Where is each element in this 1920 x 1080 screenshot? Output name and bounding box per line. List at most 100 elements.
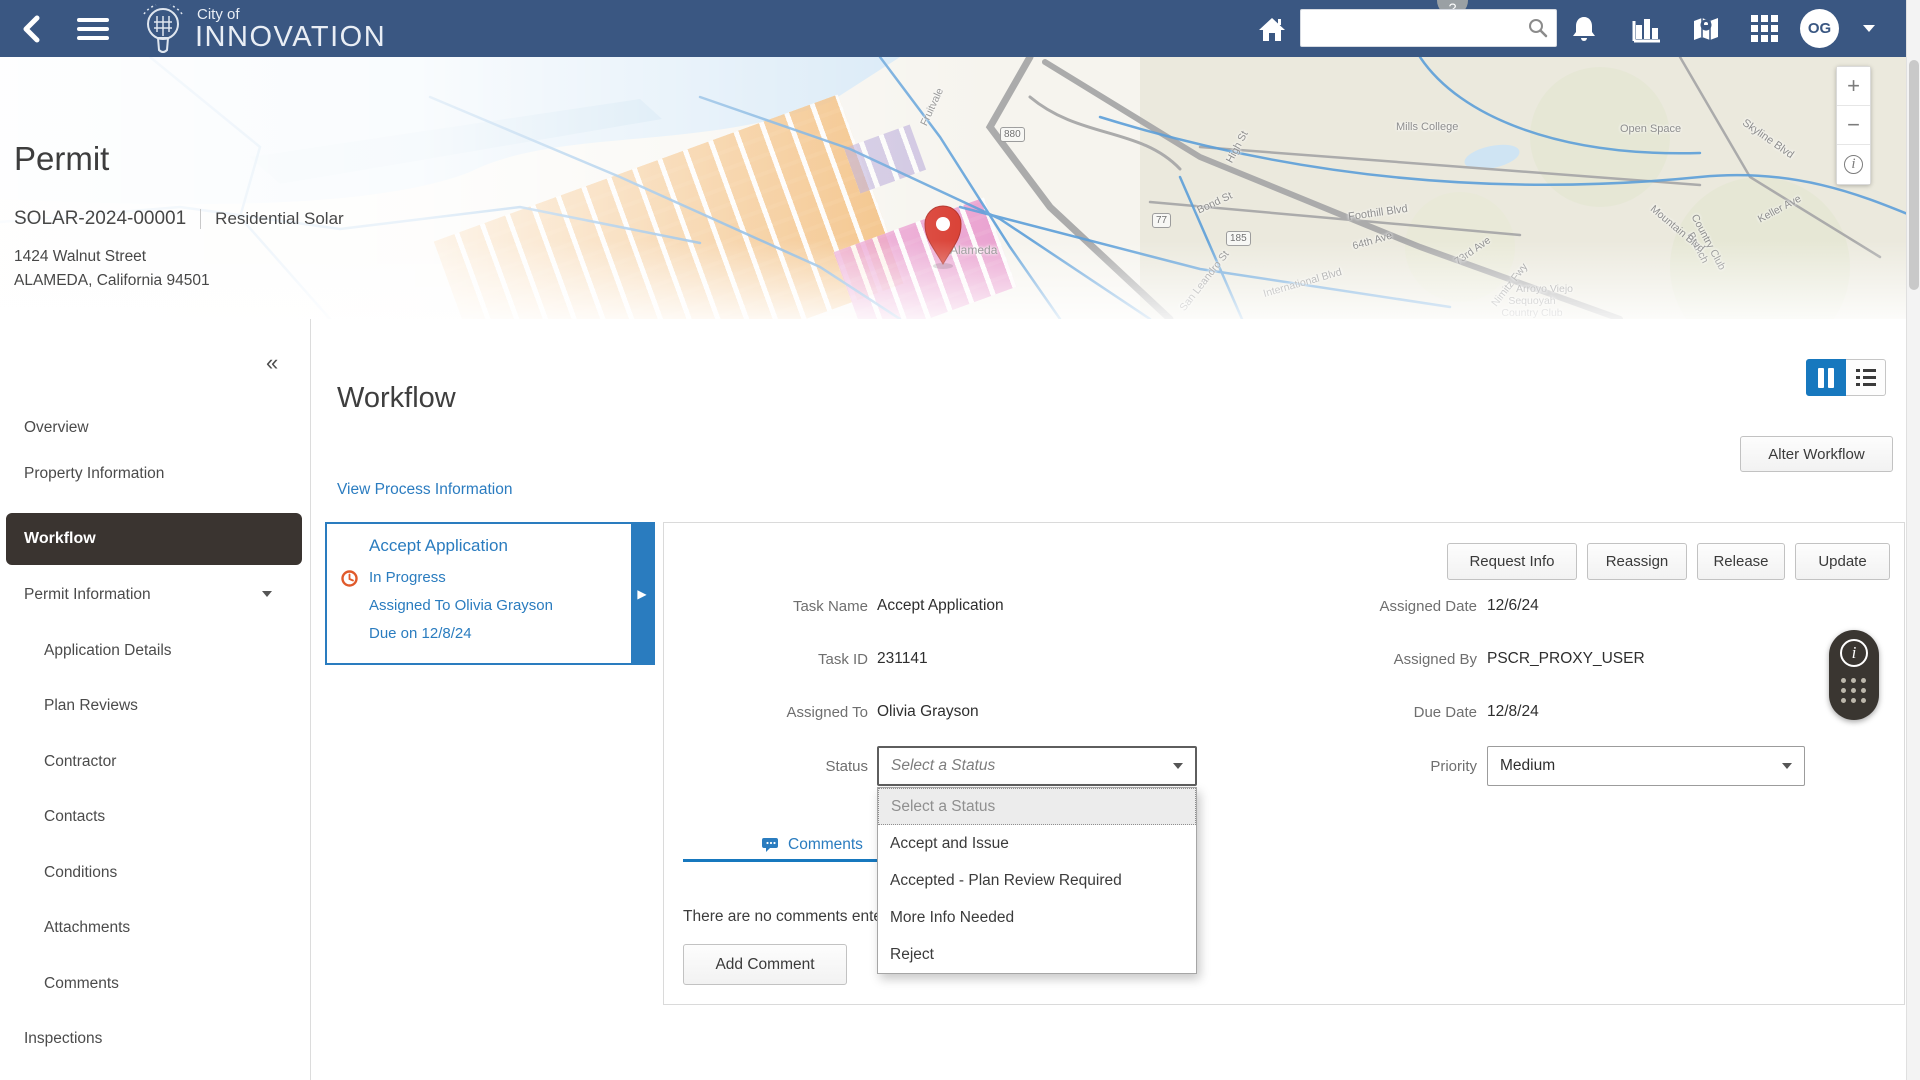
map-icon[interactable] bbox=[1684, 0, 1728, 57]
sidebar-item-attachments[interactable]: Attachments bbox=[44, 915, 130, 941]
sidebar-item-workflow[interactable]: Workflow bbox=[6, 513, 302, 565]
task-id-value: 231141 bbox=[877, 650, 928, 668]
card-view-button[interactable] bbox=[1806, 359, 1846, 396]
request-info-button[interactable]: Request Info bbox=[1447, 543, 1577, 580]
chevron-down-icon[interactable] bbox=[262, 591, 272, 597]
status-option-reject[interactable]: Reject bbox=[878, 936, 1196, 973]
sidebar-item-overview[interactable]: Overview bbox=[24, 415, 89, 441]
sidebar-item-comments[interactable]: Comments bbox=[44, 971, 119, 997]
status-option-accept-and-issue[interactable]: Accept and Issue bbox=[878, 825, 1196, 862]
home-icon[interactable] bbox=[1250, 0, 1294, 57]
keypad-dots-icon[interactable] bbox=[1841, 678, 1868, 703]
info-icon[interactable]: i bbox=[1840, 639, 1868, 667]
sidebar-collapse-icon[interactable]: « bbox=[266, 350, 278, 376]
permit-address-city: ALAMEDA, California 94501 bbox=[14, 272, 210, 290]
comments-bubble-icon bbox=[762, 837, 781, 854]
brand-innovation: INNOVATION bbox=[195, 21, 386, 54]
lightbulb-logo-icon bbox=[136, 2, 190, 56]
avatar-initials: OG bbox=[1808, 20, 1831, 37]
assigned-date-value: 12/6/24 bbox=[1487, 597, 1539, 615]
chevron-down-icon bbox=[1173, 763, 1183, 769]
due-date-label: Due Date bbox=[1277, 704, 1477, 721]
view-toggle bbox=[1806, 359, 1886, 396]
search-input[interactable] bbox=[1301, 10, 1528, 46]
apps-grid-icon[interactable] bbox=[1742, 0, 1786, 57]
permit-number: SOLAR-2024-00001 bbox=[14, 208, 186, 230]
add-comment-button[interactable]: Add Comment bbox=[683, 944, 847, 985]
page-scrollbar[interactable] bbox=[1906, 0, 1920, 1080]
view-process-information-link[interactable]: View Process Information bbox=[337, 481, 512, 499]
map-info-icon: i bbox=[1844, 155, 1863, 174]
search-icon[interactable] bbox=[1528, 18, 1548, 38]
reassign-button[interactable]: Reassign bbox=[1587, 543, 1687, 580]
map-fade-bottom-overlay bbox=[0, 57, 1920, 319]
status-option-more-info-needed[interactable]: More Info Needed bbox=[878, 899, 1196, 936]
notifications-bell-icon[interactable] bbox=[1562, 0, 1606, 57]
sidebar-divider bbox=[310, 319, 311, 1080]
floating-widget[interactable]: i bbox=[1829, 630, 1879, 720]
task-card-title: Accept Application bbox=[369, 536, 508, 556]
status-dropdown: Select a Status Accept and Issue Accepte… bbox=[877, 787, 1197, 974]
scrollbar-thumb[interactable] bbox=[1909, 60, 1919, 290]
alter-workflow-button[interactable]: Alter Workflow bbox=[1740, 436, 1893, 472]
sidebar-item-label: Permit Information bbox=[24, 586, 151, 604]
map-banner[interactable]: Mills CollegeOpen SpaceSkyline Blvd88077… bbox=[0, 57, 1920, 319]
priority-label: Priority bbox=[1277, 758, 1477, 775]
tab-comments[interactable]: Comments bbox=[762, 836, 863, 854]
status-select-value: Select a Status bbox=[891, 757, 995, 775]
assigned-date-label: Assigned Date bbox=[1277, 598, 1477, 615]
top-navbar: City of INNOVATION ? OG bbox=[0, 0, 1920, 57]
priority-select[interactable]: Medium bbox=[1487, 746, 1805, 786]
tab-comments-label: Comments bbox=[788, 836, 863, 854]
no-comments-text: There are no comments entered. bbox=[683, 908, 909, 926]
update-button[interactable]: Update bbox=[1795, 543, 1890, 580]
permit-address-street: 1424 Walnut Street bbox=[14, 248, 146, 266]
status-label: Status bbox=[668, 758, 868, 775]
avatar[interactable]: OG bbox=[1800, 9, 1839, 48]
sidebar-item-conditions[interactable]: Conditions bbox=[44, 860, 117, 886]
clock-icon bbox=[341, 570, 358, 587]
hamburger-menu-icon[interactable] bbox=[70, 0, 116, 57]
search-box bbox=[1300, 9, 1557, 47]
task-card-expand-stripe[interactable]: ▶ bbox=[631, 524, 653, 663]
assigned-by-value: PSCR_PROXY_USER bbox=[1487, 650, 1645, 668]
section-title: Workflow bbox=[337, 382, 456, 415]
sidebar-item-inspections[interactable]: Inspections bbox=[24, 1026, 102, 1052]
sidebar-item-contacts[interactable]: Contacts bbox=[44, 804, 105, 830]
sidebar-item-permit-information[interactable]: Permit Information bbox=[24, 582, 151, 608]
sidebar-item-property-information[interactable]: Property Information bbox=[24, 461, 164, 487]
list-view-icon bbox=[1856, 369, 1876, 387]
map-info-button[interactable]: i bbox=[1837, 145, 1870, 184]
task-card[interactable]: Accept Application In Progress Assigned … bbox=[325, 522, 655, 665]
task-card-assigned: Assigned To Olivia Grayson bbox=[369, 597, 553, 614]
status-select[interactable]: Select a Status bbox=[877, 746, 1197, 786]
app-window: City of INNOVATION ? OG bbox=[0, 0, 1920, 1080]
priority-select-value: Medium bbox=[1500, 757, 1555, 775]
reports-chart-icon[interactable] bbox=[1624, 0, 1668, 57]
task-card-due: Due on 12/8/24 bbox=[369, 625, 472, 642]
permit-type: Residential Solar bbox=[215, 209, 344, 229]
assigned-by-label: Assigned By bbox=[1277, 651, 1477, 668]
avatar-caret-icon[interactable] bbox=[1852, 0, 1886, 57]
sidebar-item-contractor[interactable]: Contractor bbox=[44, 749, 116, 775]
sidebar-item-plan-reviews[interactable]: Plan Reviews bbox=[44, 693, 138, 719]
status-option-placeholder[interactable]: Select a Status bbox=[878, 788, 1196, 825]
divider bbox=[200, 209, 201, 229]
page-title: Permit bbox=[14, 140, 109, 178]
permit-header: Permit SOLAR-2024-00001 Residential Sola… bbox=[14, 140, 109, 178]
assigned-to-value: Olivia Grayson bbox=[877, 703, 979, 721]
map-zoom-out-button[interactable]: − bbox=[1837, 106, 1870, 145]
sidebar-item-application-details[interactable]: Application Details bbox=[44, 638, 172, 664]
assigned-to-label: Assigned To bbox=[668, 704, 868, 721]
due-date-value: 12/8/24 bbox=[1487, 703, 1539, 721]
list-view-button[interactable] bbox=[1846, 359, 1886, 396]
map-zoom-in-button[interactable]: + bbox=[1837, 67, 1870, 106]
back-icon[interactable] bbox=[12, 0, 52, 57]
chevron-down-icon bbox=[1782, 763, 1792, 769]
task-name-value: Accept Application bbox=[877, 597, 1004, 615]
task-id-label: Task ID bbox=[668, 651, 868, 668]
task-name-label: Task Name bbox=[668, 598, 868, 615]
release-button[interactable]: Release bbox=[1697, 543, 1785, 580]
status-option-accepted-plan-review-required[interactable]: Accepted - Plan Review Required bbox=[878, 862, 1196, 899]
task-card-status: In Progress bbox=[369, 569, 446, 586]
